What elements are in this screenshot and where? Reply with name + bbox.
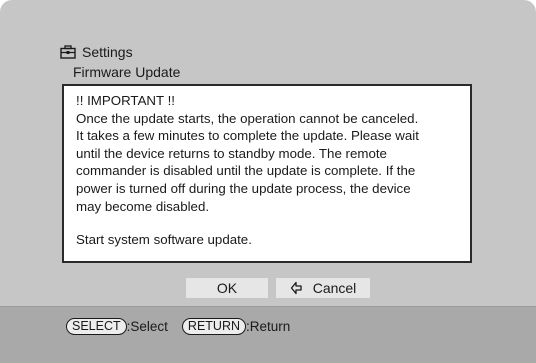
ok-button[interactable]: OK bbox=[186, 278, 268, 298]
cancel-button[interactable]: Cancel bbox=[276, 278, 370, 298]
screen-header: Settings bbox=[60, 44, 133, 60]
message-line: Once the update starts, the operation ca… bbox=[76, 110, 419, 126]
ok-button-label: OK bbox=[216, 280, 238, 296]
message-line: It takes a few minutes to complete the u… bbox=[76, 128, 419, 144]
return-hint: :Return bbox=[246, 319, 291, 334]
back-arrow-icon bbox=[290, 281, 304, 295]
page-title: Settings bbox=[82, 44, 133, 60]
message-line: until the device returns to standby mode… bbox=[76, 145, 387, 161]
message-line: may become disabled. bbox=[76, 198, 210, 214]
select-key-badge: SELECT bbox=[66, 318, 127, 335]
page-subtitle: Firmware Update bbox=[73, 64, 181, 80]
message-line: commander is disabled until the update i… bbox=[76, 163, 416, 179]
select-hint: :Select bbox=[126, 319, 168, 334]
toolbox-icon bbox=[60, 45, 76, 59]
settings-screen: Settings Firmware Update !! IMPORTANT !!… bbox=[0, 0, 536, 363]
cancel-button-label: Cancel bbox=[312, 280, 357, 296]
return-key-badge: RETURN bbox=[181, 318, 247, 335]
message-line: !! IMPORTANT !! bbox=[76, 93, 175, 108]
message-prompt: Start system software update. bbox=[76, 232, 252, 248]
footer-bar: SELECT :Select RETURN :Return bbox=[0, 307, 536, 363]
key-hints: SELECT :Select RETURN :Return bbox=[66, 318, 290, 335]
message-line: power is turned off during the update pr… bbox=[76, 180, 411, 196]
message-dialog: !! IMPORTANT !! Once the update starts, … bbox=[62, 84, 472, 263]
